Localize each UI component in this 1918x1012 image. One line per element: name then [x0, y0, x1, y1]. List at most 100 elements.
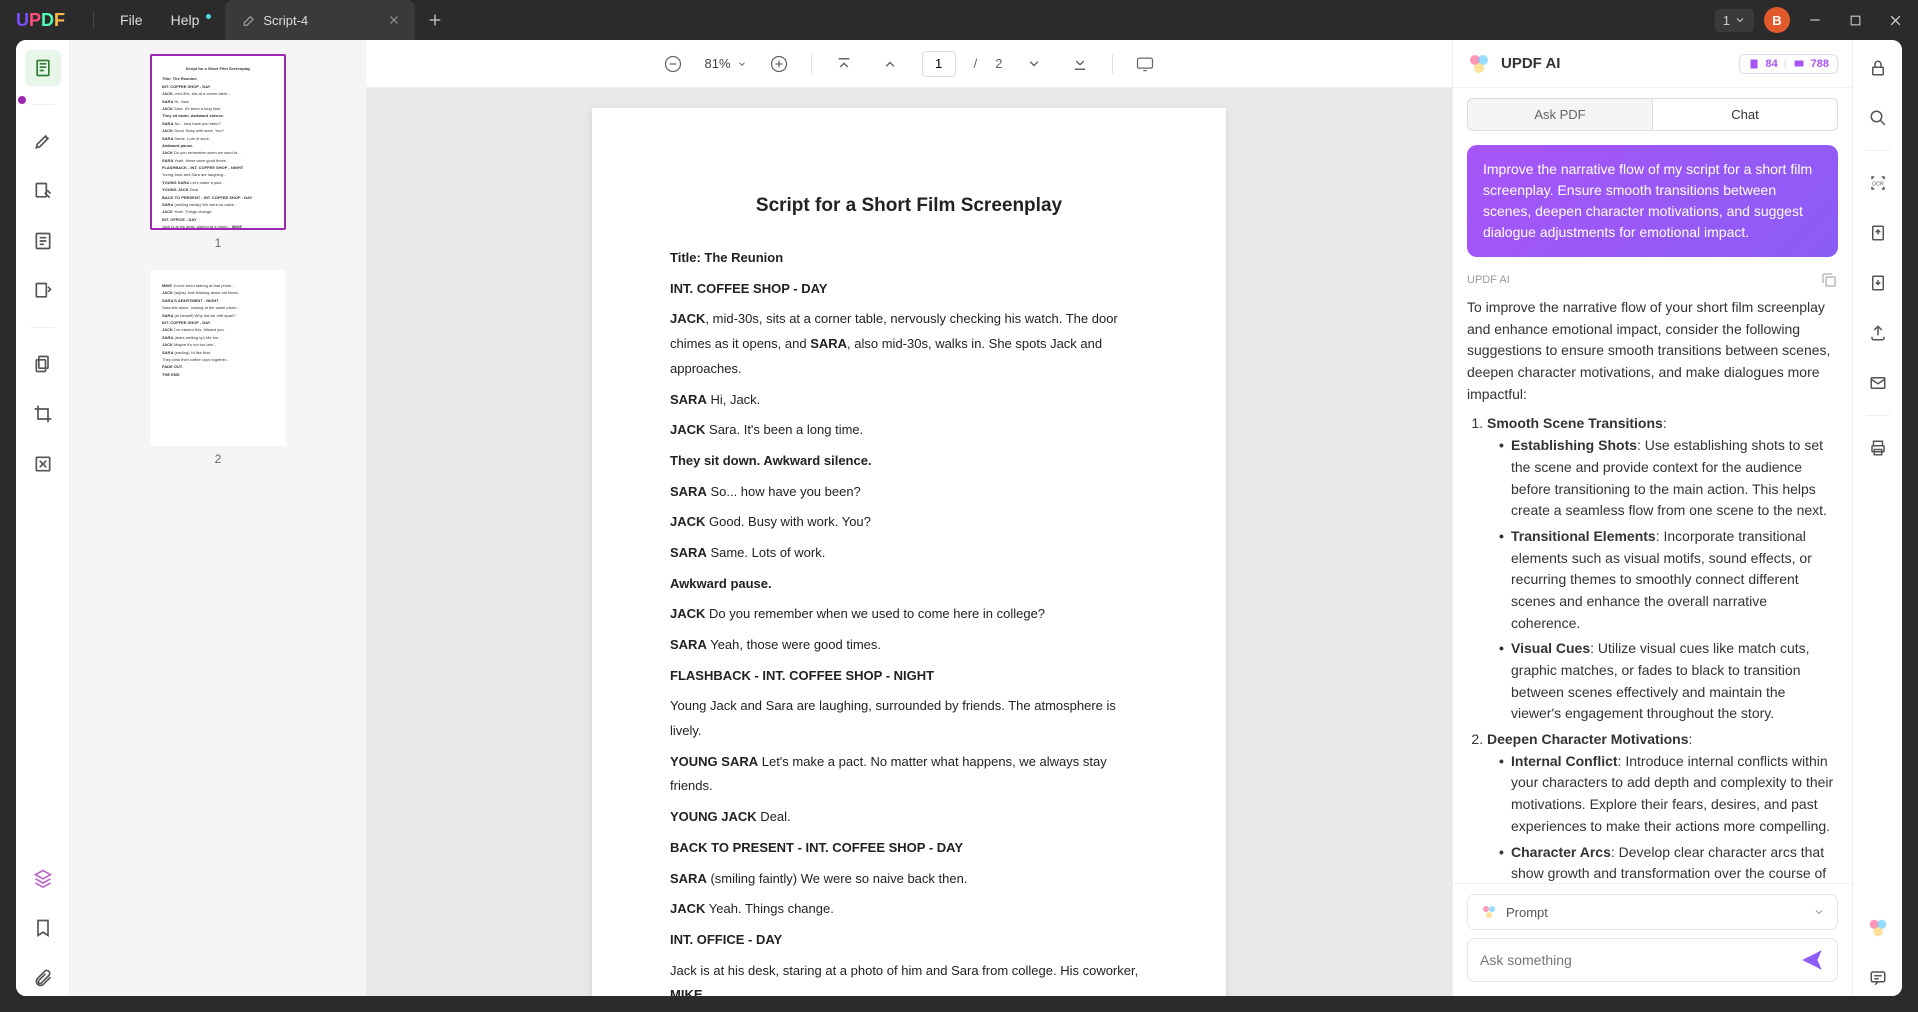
thumbnail-page-1[interactable]: Script for a Short Film Screenplay Title…	[150, 54, 286, 230]
chat-badge-icon	[1793, 58, 1805, 70]
ai-usage-badges[interactable]: 84 | 788	[1739, 54, 1838, 74]
user-avatar[interactable]: B	[1764, 7, 1790, 33]
separator	[31, 104, 55, 105]
edit-text-button[interactable]	[25, 173, 61, 209]
document-line: SARA Hi, Jack.	[670, 388, 1148, 413]
ai-h2: Deepen Character Motivations	[1487, 731, 1689, 747]
zoom-out-button[interactable]	[659, 50, 687, 78]
tab-label: Script-4	[263, 13, 308, 28]
copy-response-button[interactable]	[1820, 271, 1838, 289]
last-page-button[interactable]	[1066, 50, 1094, 78]
ai-input-area: Prompt	[1453, 883, 1852, 996]
ask-input-row	[1467, 938, 1838, 982]
maximize-button[interactable]	[1840, 5, 1870, 35]
share-icon	[1869, 324, 1887, 342]
prev-page-button[interactable]	[876, 50, 904, 78]
search-icon	[1869, 109, 1887, 127]
print-button[interactable]	[1860, 430, 1896, 466]
ai-toggle-button[interactable]	[1860, 910, 1896, 946]
ai-intro-text: To improve the narrative flow of your sh…	[1467, 297, 1838, 405]
copy-pages-icon	[33, 354, 53, 374]
form-button[interactable]	[25, 223, 61, 259]
document-line: YOUNG JACK Deal.	[670, 805, 1148, 830]
chevrons-down-bottom-icon	[1071, 55, 1089, 73]
document-line: Jack is at his desk, staring at a photo …	[670, 959, 1148, 996]
lock-icon	[1869, 59, 1887, 77]
first-page-button[interactable]	[830, 50, 858, 78]
save-icon	[1869, 274, 1887, 292]
doc-badge-icon	[1748, 58, 1760, 70]
new-tab-button[interactable]	[421, 0, 449, 40]
ai-panel: UPDF AI 84 | 788 Ask PDF Chat Improve th…	[1452, 40, 1852, 996]
reader-mode-button[interactable]	[25, 50, 61, 86]
share-button[interactable]	[1860, 315, 1896, 351]
document-line: SARA (smiling faintly) We were so naive …	[670, 867, 1148, 892]
document-line: INT. COFFEE SHOP - DAY	[670, 277, 1148, 302]
zoom-level-select[interactable]: 81%	[705, 56, 747, 71]
prompt-logo-icon	[1480, 903, 1498, 921]
close-tab-icon[interactable]	[387, 13, 401, 27]
thumbnail-page-2[interactable]: MIKE You've been staring at that photo..…	[150, 270, 286, 446]
ai-chat-body[interactable]: Improve the narrative flow of my script …	[1453, 131, 1852, 883]
print-icon	[1869, 439, 1887, 457]
layers-button[interactable]	[25, 860, 61, 896]
ask-input[interactable]	[1480, 952, 1791, 968]
separator	[1112, 54, 1113, 74]
side-indicator-icon	[18, 96, 26, 104]
document-line: JACK Good. Busy with work. You?	[670, 510, 1148, 535]
presentation-button[interactable]	[1131, 50, 1159, 78]
ai-response-header: UPDF AI	[1467, 271, 1838, 289]
tab-ask-pdf[interactable]: Ask PDF	[1467, 98, 1653, 131]
comment-icon	[1869, 969, 1887, 987]
send-button[interactable]	[1799, 947, 1825, 973]
copy-page-button[interactable]	[25, 346, 61, 382]
ocr-icon: OCR	[1869, 174, 1887, 192]
document-title: Script for a Short Film Screenplay	[670, 188, 1148, 224]
left-tool-rail	[16, 40, 70, 996]
document-tab[interactable]: Script-4	[225, 0, 415, 40]
comment-button[interactable]	[1860, 960, 1896, 996]
organize-button[interactable]	[25, 273, 61, 309]
redact-button[interactable]	[25, 446, 61, 482]
crop-button[interactable]	[25, 396, 61, 432]
badge-1-value: 84	[1766, 58, 1778, 70]
window-count-dropdown[interactable]: 1	[1715, 9, 1754, 32]
chevron-down-icon	[1025, 55, 1043, 73]
lock-button[interactable]	[1860, 50, 1896, 86]
redact-icon	[33, 454, 53, 474]
bookmark-icon	[33, 918, 53, 938]
highlight-button[interactable]	[25, 123, 61, 159]
update-dot-icon	[206, 14, 211, 19]
chevron-down-icon	[737, 59, 747, 69]
bookmark-button[interactable]	[25, 910, 61, 946]
organize-icon	[33, 281, 53, 301]
close-window-button[interactable]	[1880, 5, 1910, 35]
tab-chat[interactable]: Chat	[1653, 98, 1838, 131]
presentation-icon	[1135, 54, 1155, 74]
document-line: Title: The Reunion	[670, 246, 1148, 271]
minimize-button[interactable]	[1800, 5, 1830, 35]
document-scroll-area[interactable]: Script for a Short Film Screenplay Title…	[366, 88, 1452, 996]
chevron-down-icon	[1734, 14, 1746, 26]
menu-help[interactable]: Help	[157, 12, 214, 28]
tab-bar: Script-4	[225, 0, 449, 40]
ai-response-content: To improve the narrative flow of your sh…	[1467, 297, 1838, 883]
menu-file[interactable]: File	[106, 12, 157, 28]
chevron-down-icon	[1813, 906, 1825, 918]
document-line: YOUNG SARA Let's make a pact. No matter …	[670, 750, 1148, 799]
zoom-in-button[interactable]	[765, 50, 793, 78]
title-bar: UPDF File Help Script-4 1 B	[0, 0, 1918, 40]
ocr-button[interactable]: OCR	[1860, 165, 1896, 201]
search-button[interactable]	[1860, 100, 1896, 136]
page-number-input[interactable]	[922, 51, 956, 77]
email-button[interactable]	[1860, 365, 1896, 401]
next-page-button[interactable]	[1020, 50, 1048, 78]
document-line: Awkward pause.	[670, 572, 1148, 597]
crop-icon	[33, 404, 53, 424]
export-button[interactable]	[1860, 215, 1896, 251]
save-button[interactable]	[1860, 265, 1896, 301]
plus-icon	[427, 12, 443, 28]
attachment-button[interactable]	[25, 960, 61, 996]
prompt-label: Prompt	[1506, 905, 1805, 920]
prompt-select[interactable]: Prompt	[1467, 894, 1838, 930]
